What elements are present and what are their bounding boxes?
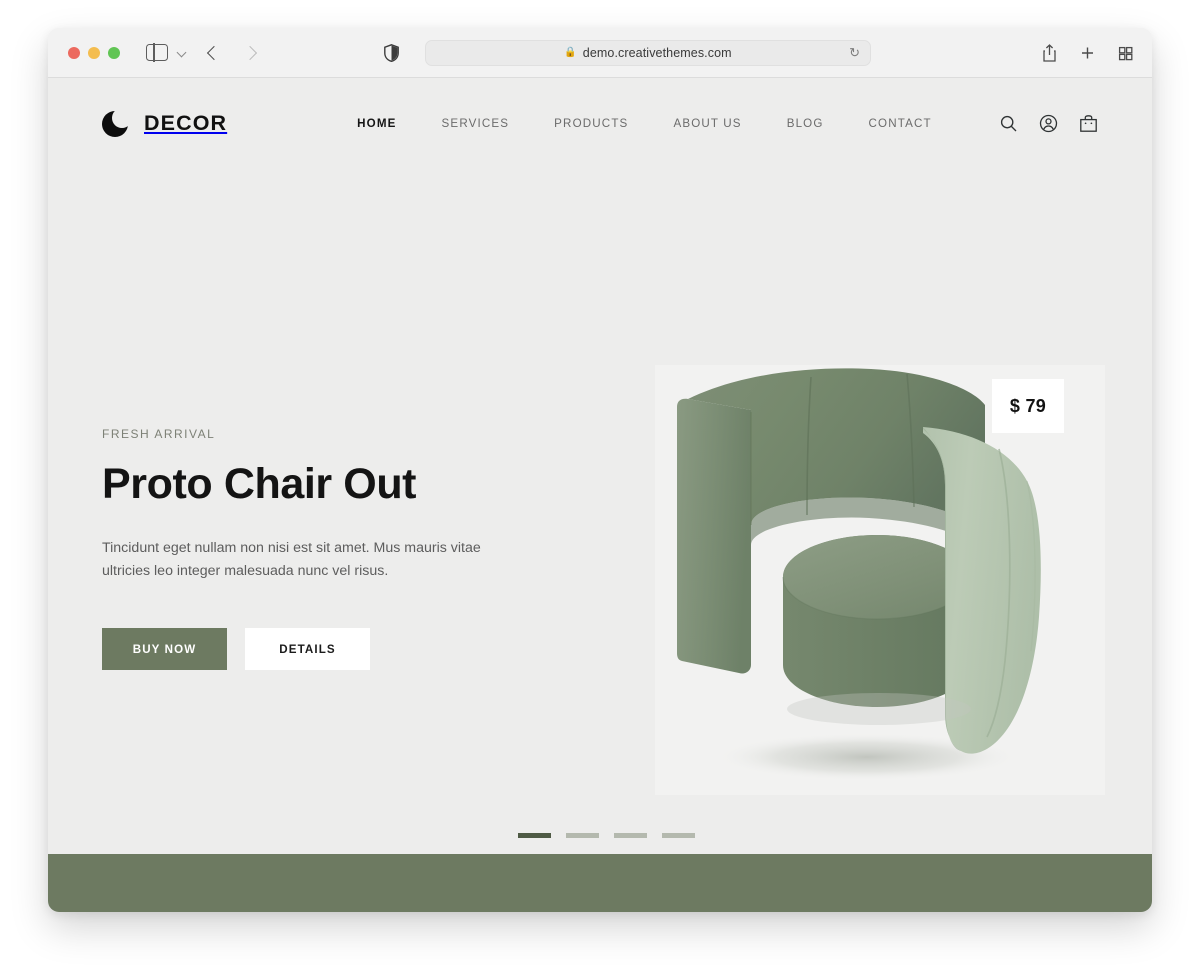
chevron-down-icon[interactable] bbox=[177, 48, 186, 57]
hero-actions: BUY NOW DETAILS bbox=[102, 628, 522, 671]
buy-now-button[interactable]: BUY NOW bbox=[102, 628, 227, 671]
privacy-shield-icon[interactable] bbox=[384, 43, 399, 62]
carousel-dot-3[interactable] bbox=[614, 833, 647, 838]
carousel-dot-2[interactable] bbox=[566, 833, 599, 838]
hero-eyebrow: FRESH ARRIVAL bbox=[102, 427, 216, 441]
window-controls bbox=[68, 46, 120, 59]
new-tab-icon[interactable] bbox=[1079, 44, 1096, 62]
hero-title: Proto Chair Out bbox=[102, 460, 417, 508]
toolbar-right-group bbox=[1041, 43, 1134, 62]
lock-icon: 🔒 bbox=[564, 46, 577, 58]
hero-product-image[interactable]: $ 79 bbox=[655, 365, 1105, 795]
forward-button-icon bbox=[240, 42, 262, 64]
browser-toolbar: 🔒 demo.creativethemes.com ↻ bbox=[48, 28, 1152, 78]
maximize-window-button[interactable] bbox=[108, 46, 120, 59]
account-icon[interactable] bbox=[1039, 114, 1058, 133]
nav-item-services[interactable]: SERVICES bbox=[442, 111, 510, 136]
share-icon[interactable] bbox=[1041, 43, 1058, 62]
nav-item-home[interactable]: HOME bbox=[357, 111, 396, 136]
tab-overview-icon[interactable] bbox=[1117, 44, 1134, 62]
reload-icon[interactable]: ↻ bbox=[849, 46, 860, 59]
nav-item-about-us[interactable]: ABOUT US bbox=[673, 111, 741, 136]
sidebar-toggle-icon[interactable] bbox=[146, 43, 168, 62]
footer-band bbox=[48, 854, 1152, 912]
hero-description: Tincidunt eget nullam non nisi est sit a… bbox=[102, 540, 481, 580]
carousel-dot-1[interactable] bbox=[518, 833, 551, 838]
url-text: demo.creativethemes.com bbox=[582, 45, 732, 60]
site-header: DECOR HOME SERVICES PRODUCTS ABOUT US BL… bbox=[48, 78, 1152, 168]
page-viewport: DECOR HOME SERVICES PRODUCTS ABOUT US BL… bbox=[48, 78, 1152, 912]
minimize-window-button[interactable] bbox=[88, 46, 100, 59]
toolbar-left-group bbox=[120, 42, 399, 64]
close-window-button[interactable] bbox=[68, 46, 80, 59]
address-bar[interactable]: 🔒 demo.creativethemes.com ↻ bbox=[425, 39, 871, 66]
search-icon[interactable] bbox=[999, 114, 1018, 133]
nav-item-products[interactable]: PRODUCTS bbox=[554, 111, 628, 136]
hero-copy: FRESH ARRIVAL Proto Chair Out Tincidunt … bbox=[102, 427, 522, 671]
carousel-dot-4[interactable] bbox=[662, 833, 695, 838]
price-badge: $ 79 bbox=[992, 379, 1064, 433]
details-button[interactable]: DETAILS bbox=[245, 628, 370, 671]
cart-icon[interactable] bbox=[1079, 114, 1098, 133]
brand-logo[interactable]: DECOR bbox=[102, 108, 227, 138]
back-button-icon[interactable] bbox=[202, 42, 224, 64]
hero-section: FRESH ARRIVAL Proto Chair Out Tincidunt … bbox=[48, 168, 1152, 844]
browser-window: 🔒 demo.creativethemes.com ↻ DECOR HOME S… bbox=[48, 28, 1152, 912]
carousel-indicators bbox=[518, 833, 695, 838]
decor-logo-icon bbox=[102, 108, 132, 138]
nav-item-blog[interactable]: BLOG bbox=[787, 111, 824, 136]
brand-name: DECOR bbox=[144, 110, 228, 135]
main-navigation: HOME SERVICES PRODUCTS ABOUT US BLOG CON… bbox=[357, 111, 932, 136]
header-actions bbox=[999, 114, 1098, 133]
nav-item-contact[interactable]: CONTACT bbox=[869, 111, 932, 136]
